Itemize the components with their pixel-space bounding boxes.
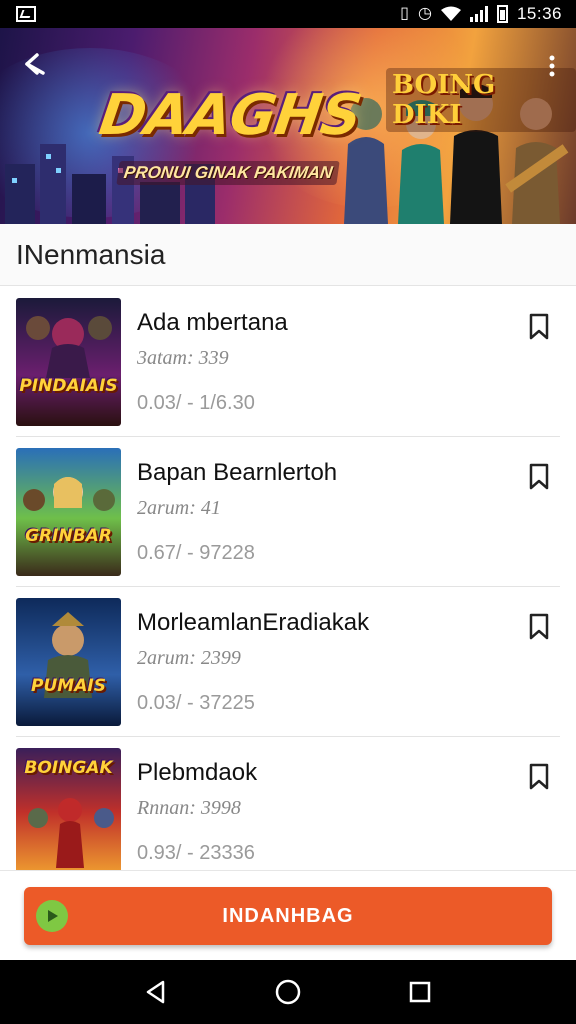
list-item[interactable]: GRINBAR Bapan Bearnlertoh 2arum: 41 0.67… — [0, 437, 576, 587]
status-time: 15:36 — [516, 4, 562, 23]
item-title: Ada mbertana — [137, 309, 288, 336]
thumbnail-art-title: PINDAIAIS — [19, 376, 118, 396]
thumbnail-art-title: PUMAIS — [31, 676, 106, 696]
game-list: PINDAIAIS Ada mbertana 3atam: 339 0.03/ … — [0, 287, 576, 870]
thumbnail-art-title: GRINBAR — [25, 526, 112, 546]
recents-square-icon — [409, 981, 431, 1003]
back-button[interactable] — [14, 44, 54, 84]
banner-title: DAAGHS — [95, 83, 365, 148]
item-title: Plebmdaok — [137, 759, 258, 786]
bookmark-icon[interactable] — [528, 763, 550, 791]
item-title: MorleamlanEradiakak — [137, 609, 370, 636]
thumbnail-art-title: BOINGAK — [24, 758, 113, 778]
vibrate-icon: ▯ — [400, 5, 409, 22]
list-item[interactable]: PUMAIS MorleamlanEradiakak 2arum: 2399 0… — [0, 587, 576, 737]
play-icon — [36, 900, 68, 932]
item-thumbnail: PINDAIAIS — [16, 298, 121, 426]
item-thumbnail: BOINGAK — [16, 748, 121, 870]
home-circle-icon — [275, 979, 301, 1005]
nav-back-button[interactable] — [136, 972, 176, 1012]
nav-recents-button[interactable] — [400, 972, 440, 1012]
item-stats: 0.03/ - 1/6.30 — [137, 392, 255, 414]
item-title: Bapan Bearnlertoh — [137, 459, 338, 486]
bottom-action-bar: INDANHBAG — [0, 870, 576, 961]
list-item[interactable]: BOINGAK Plebmdaok Rnnan: 3998 0.93/ - 23… — [0, 737, 576, 870]
bookmark-icon[interactable] — [528, 313, 550, 341]
section-title: INenmansia — [16, 238, 166, 270]
item-meta: Rnnan: 3998 — [137, 797, 241, 819]
more-vert-icon — [549, 55, 555, 77]
back-triangle-icon — [146, 980, 165, 1004]
item-thumbnail: GRINBAR — [16, 448, 121, 576]
header-banner: DAAGHS PRONUI GINAK PAKIMAN BOING DIKI — [0, 28, 576, 224]
section-header: INenmansia — [0, 224, 576, 286]
more-options-button[interactable] — [540, 48, 564, 84]
alarm-icon: ◷ — [417, 5, 432, 22]
bookmark-icon[interactable] — [528, 463, 550, 491]
install-button[interactable]: INDANHBAG — [24, 887, 552, 945]
list-item[interactable]: PINDAIAIS Ada mbertana 3atam: 339 0.03/ … — [0, 287, 576, 437]
status-bar: ▯ ◷ 15:36 — [0, 0, 576, 28]
install-button-label: INDANHBAG — [222, 904, 354, 927]
item-meta: 2arum: 41 — [137, 497, 221, 519]
item-stats: 0.93/ - 23336 — [137, 842, 255, 864]
item-meta: 2arum: 2399 — [137, 647, 241, 669]
banner-subtitle: PRONUI GINAK PAKIMAN — [116, 161, 341, 185]
item-thumbnail: PUMAIS — [16, 598, 121, 726]
battery-icon — [496, 5, 508, 23]
wifi-icon — [440, 6, 461, 21]
system-nav-bar — [0, 960, 576, 1024]
signal-icon — [469, 6, 488, 22]
nav-home-button[interactable] — [268, 972, 308, 1012]
item-meta: 3atam: 339 — [137, 347, 229, 369]
back-arrow-icon — [25, 53, 45, 75]
item-stats: 0.03/ - 37225 — [137, 692, 255, 714]
gallery-icon — [16, 6, 36, 22]
bookmark-icon[interactable] — [528, 613, 550, 641]
item-stats: 0.67/ - 97228 — [137, 542, 255, 564]
